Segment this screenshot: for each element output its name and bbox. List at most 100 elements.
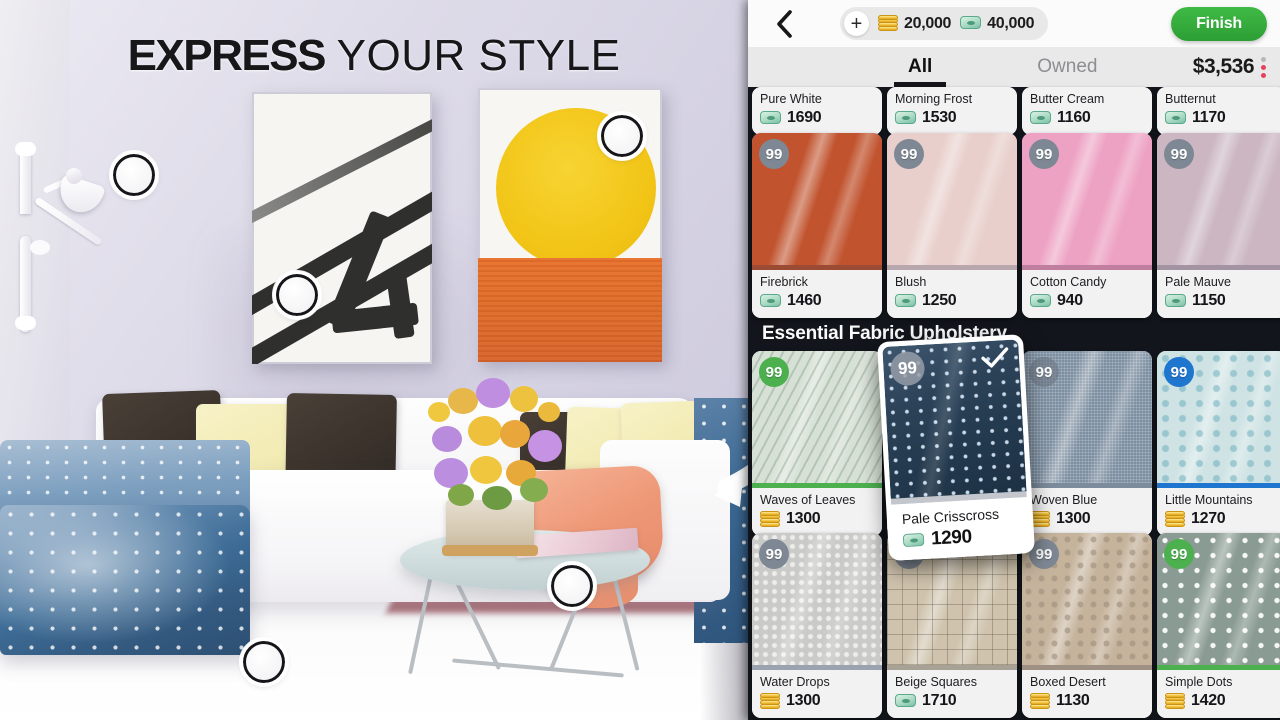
tile-price: 1460 xyxy=(760,292,875,310)
grid-row-fabric-2: 99 Water Drops 1300 99 Beige Squares 1710 99 Bo… xyxy=(748,533,1280,719)
tile-price: 1710 xyxy=(895,692,1010,710)
tile-badge: 99 xyxy=(759,139,789,169)
price-total: $3,536 xyxy=(1193,55,1272,79)
cash-bundle-icon xyxy=(760,110,781,126)
tile-price-value: 940 xyxy=(1057,292,1083,310)
room-preview[interactable]: EXPRESS YOUR STYLE xyxy=(0,0,748,720)
shop-tile[interactable]: 99 Firebrick 1460 xyxy=(752,133,882,319)
tile-label: Beige Squares 1710 xyxy=(887,670,1017,719)
tile-price: 1300 xyxy=(1030,510,1145,528)
back-button[interactable] xyxy=(748,0,818,47)
cash-balance: 40,000 xyxy=(960,15,1035,33)
flower-bouquet[interactable] xyxy=(424,372,568,512)
tile-label: Morning Frost 1530 xyxy=(887,87,1017,136)
tile-price-value: 1270 xyxy=(1191,510,1226,528)
cash-bundle-icon xyxy=(1030,110,1051,126)
tile-price-value: 1130 xyxy=(1056,692,1090,710)
cash-bundle-icon xyxy=(895,693,916,709)
tile-badge: 99 xyxy=(759,539,789,569)
tile-price: 1300 xyxy=(760,510,875,528)
tile-price: 1160 xyxy=(1030,109,1145,127)
coin-stack-icon xyxy=(1165,510,1185,527)
tile-price-value: 1710 xyxy=(922,692,957,710)
coin-stack-icon xyxy=(878,15,898,31)
shop-tile[interactable]: 99Beige Squares1710 xyxy=(887,533,1017,719)
tile-name: Morning Frost xyxy=(895,92,973,106)
wall-art-abstract-strokes[interactable] xyxy=(252,92,432,364)
hotspot-marker-art-right[interactable] xyxy=(597,111,647,161)
shop-tile[interactable]: 99 Pale Mauve 1150 xyxy=(1157,133,1280,319)
shop-tile[interactable]: 99 Waves of Leaves 1300 xyxy=(752,351,882,537)
shop-tile[interactable]: Butternut 1170 xyxy=(1157,87,1280,136)
finish-button[interactable]: Finish xyxy=(1171,6,1267,41)
add-currency-button[interactable]: + xyxy=(844,11,869,36)
shop-tile[interactable]: Pure White 1690 xyxy=(752,87,882,136)
tile-label: Pure White 1690 xyxy=(752,87,882,136)
tile-badge: 99 xyxy=(1029,357,1059,387)
coin-stack-icon xyxy=(760,692,780,709)
shop-tile[interactable]: 99 Boxed Desert 1130 xyxy=(1022,533,1152,719)
selected-card-inner: 99 Pale Crisscross 1290 xyxy=(882,339,1031,561)
cash-bundle-icon xyxy=(960,16,982,31)
tile-label: Pale Mauve 1150 xyxy=(1157,270,1280,319)
chevron-left-icon xyxy=(776,9,792,38)
selected-card-label: Pale Crisscross 1290 xyxy=(891,497,1031,561)
shop-tile[interactable]: Butter Cream 1160 xyxy=(1022,87,1152,136)
shop-tile[interactable]: 99 Blush 1250 xyxy=(887,133,1017,319)
hotspot-marker-table[interactable] xyxy=(547,561,597,611)
tile-badge: 99 xyxy=(1164,357,1194,387)
tile-swatch: 99 xyxy=(1157,351,1280,483)
tile-badge: 99 xyxy=(894,139,924,169)
cash-bundle-icon xyxy=(902,532,925,548)
tile-label: Little Mountains 1270 xyxy=(1157,488,1280,537)
currency-pill[interactable]: + 20,000 40,000 xyxy=(840,7,1049,40)
tile-price: 1270 xyxy=(1165,510,1280,528)
tab-all[interactable]: All xyxy=(893,47,947,87)
tile-price-value: 1460 xyxy=(787,292,822,310)
lamp-cap-bottom xyxy=(15,316,36,330)
tile-swatch: 99 xyxy=(1157,533,1280,665)
tile-name: Waves of Leaves xyxy=(760,493,856,507)
tile-price: 940 xyxy=(1030,292,1145,310)
coin-stack-icon xyxy=(1165,692,1185,709)
tile-price-value: 1690 xyxy=(787,109,822,127)
tile-swatch: 99 xyxy=(1022,133,1152,265)
tile-name: Simple Dots xyxy=(1165,675,1233,689)
tile-label: Boxed Desert 1130 xyxy=(1022,670,1152,719)
vase-rim xyxy=(442,545,538,556)
hotspot-marker-wall[interactable] xyxy=(109,150,159,200)
shop-tile[interactable]: 99 Cotton Candy 940 xyxy=(1022,133,1152,319)
headline-bold: EXPRESS xyxy=(127,31,327,80)
tile-price: 1150 xyxy=(1165,292,1280,310)
grid-row-partial: Pure White 1690 Morning Frost 1530 Butter Cr… xyxy=(748,87,1280,136)
tile-price: 1530 xyxy=(895,109,1010,127)
shop-tile[interactable]: Morning Frost 1530 xyxy=(887,87,1017,136)
tile-name: Water Drops xyxy=(760,675,830,689)
tile-name: Woven Blue xyxy=(1030,493,1098,507)
shop-topbar: + 20,000 40,000 Finish xyxy=(748,0,1280,47)
shop-tile[interactable]: 99 Simple Dots 1420 xyxy=(1157,533,1280,719)
tab-owned[interactable]: Owned xyxy=(1037,47,1097,87)
tile-badge: 99 xyxy=(1029,139,1059,169)
app-screen: EXPRESS YOUR STYLE + 20,000 40,000 Finis… xyxy=(0,0,1280,720)
cash-bundle-icon xyxy=(1165,293,1186,309)
tile-price-value: 1160 xyxy=(1057,109,1091,127)
hotspot-marker-art-left[interactable] xyxy=(272,270,322,320)
shop-tile[interactable]: 99 Woven Blue 1300 xyxy=(1022,351,1152,537)
tile-price: 1250 xyxy=(895,292,1010,310)
tile-name: Butternut xyxy=(1165,92,1216,106)
cash-bundle-icon xyxy=(1030,293,1051,309)
selected-card-price: 1290 xyxy=(902,524,1022,553)
chaise-top-cushion[interactable] xyxy=(0,440,250,514)
chaise-lounge[interactable] xyxy=(0,505,250,655)
shop-tile[interactable]: 99 Water Drops 1300 xyxy=(752,533,882,719)
shop-tile[interactable]: 99 Little Mountains 1270 xyxy=(1157,351,1280,537)
lamp-knob xyxy=(66,168,82,184)
tile-label: Cotton Candy 940 xyxy=(1022,270,1152,319)
hotspot-marker-floor[interactable] xyxy=(239,637,289,687)
tile-label: Simple Dots 1420 xyxy=(1157,670,1280,719)
price-total-value: $3,536 xyxy=(1192,55,1255,78)
selected-item-card[interactable]: 99 Pale Crisscross 1290 xyxy=(877,334,1035,561)
tile-swatch: 99 xyxy=(752,133,882,265)
more-options-icon[interactable] xyxy=(1261,56,1266,78)
